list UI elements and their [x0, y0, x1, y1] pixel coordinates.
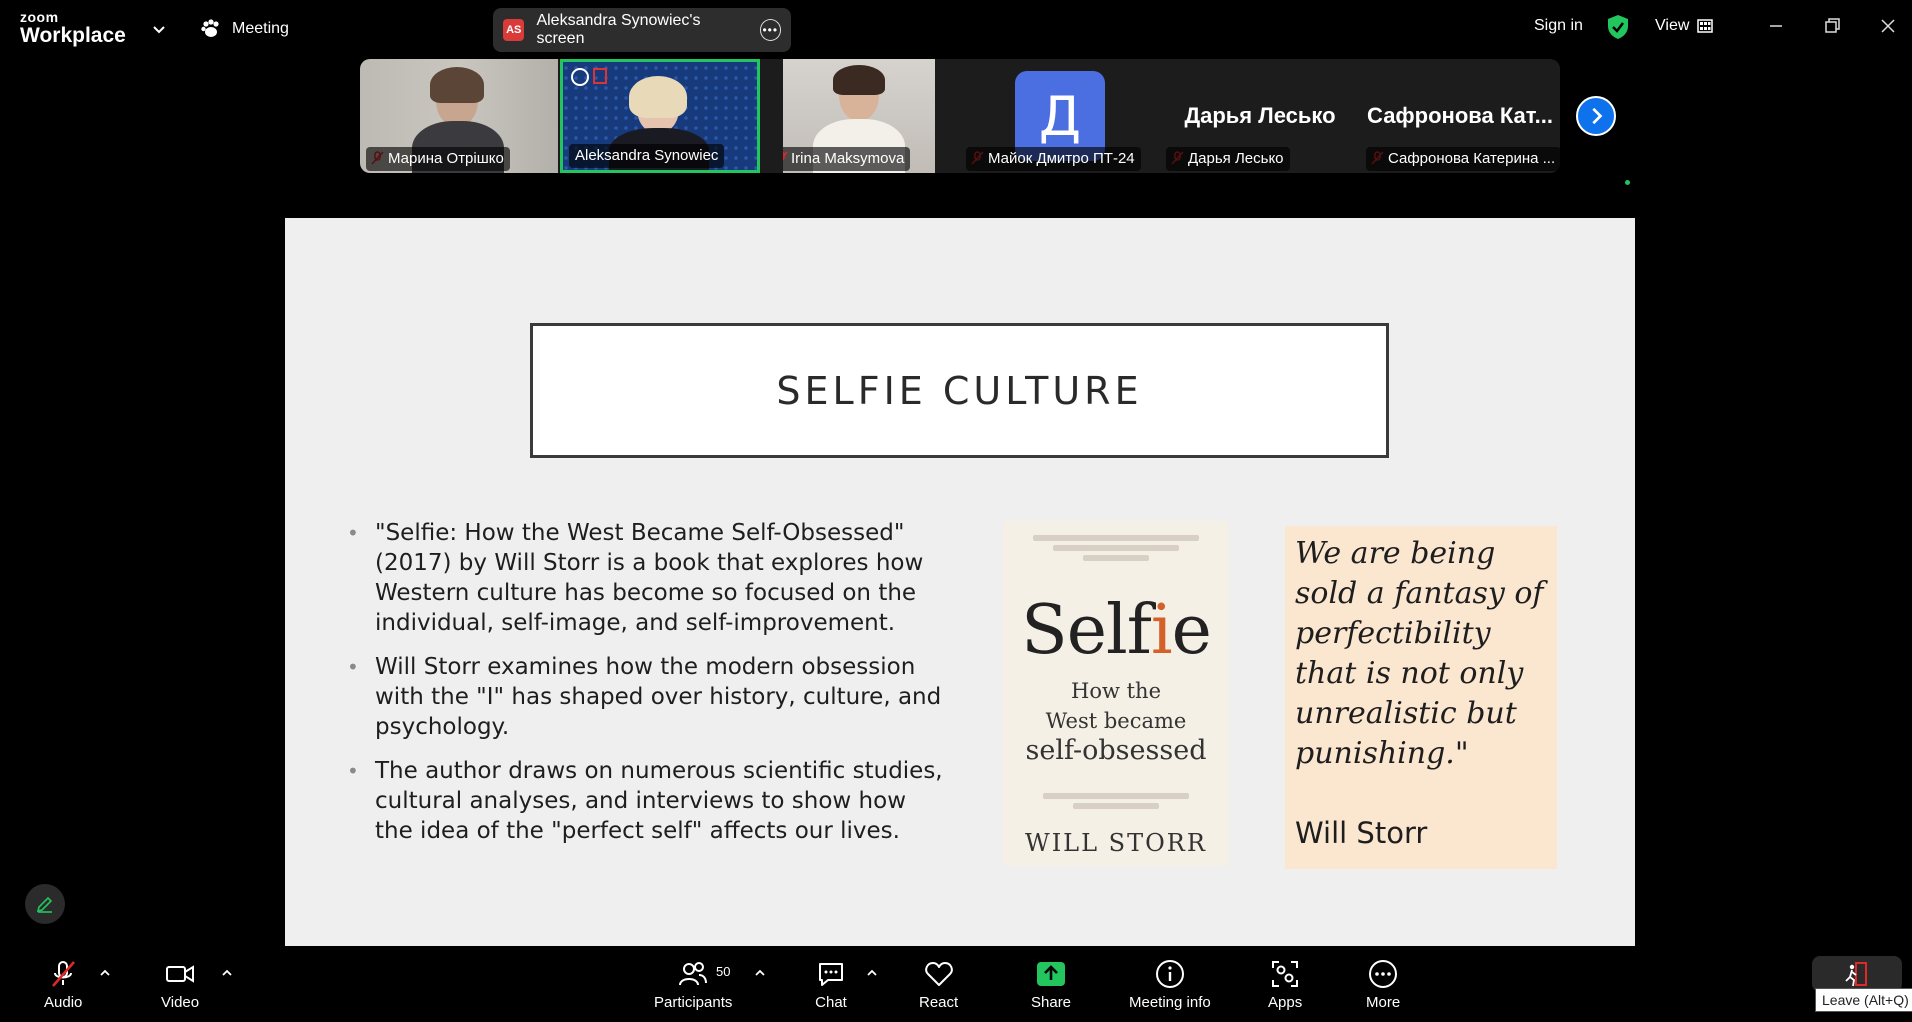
slide-bullet-list: "Selfie: How the West Became Self-Obsess… — [347, 518, 947, 860]
share-button[interactable]: Share — [1031, 958, 1071, 1011]
sharing-indicator-dot — [1625, 180, 1630, 185]
participant-tile[interactable]: Марина Отрішко — [360, 59, 558, 173]
participant-name: Aleksandra Synowiec — [569, 144, 725, 168]
video-button[interactable]: Video — [161, 958, 199, 1011]
chat-icon — [819, 963, 843, 986]
meeting-label: Meeting — [232, 20, 289, 37]
leave-tooltip: Leave (Alt+Q) — [1815, 988, 1912, 1012]
participants-icon — [679, 962, 708, 986]
share-label: Share — [1031, 994, 1072, 1011]
slide-bullet: Will Storr examines how the modern obses… — [347, 652, 947, 742]
book-author: WILL STORR — [1025, 829, 1207, 857]
participants-label: Participants — [654, 994, 733, 1011]
quote-text: We are being sold a fantasy of perfectib… — [1295, 536, 1544, 771]
top-bar: zoom Workplace Meeting AS Aleksandra Syn… — [0, 0, 1912, 58]
logo-small-text: zoom — [20, 9, 59, 25]
pencil-icon — [36, 896, 53, 913]
book-cover-image: Selfie How the West became self-obsessed… — [1003, 521, 1229, 866]
video-label: Video — [161, 994, 200, 1011]
video-camera-icon — [166, 965, 195, 983]
sign-in-link[interactable]: Sign in — [1534, 17, 1583, 35]
participant-tile[interactable]: Д Майок Дмитро ПТ-24 — [960, 59, 1160, 173]
share-screen-icon — [1037, 962, 1066, 986]
mic-off-icon — [783, 151, 788, 161]
meeting-info-label: Meeting info — [1129, 994, 1211, 1011]
participant-filmstrip: Марина Отрішко Aleksandra Synowiec Irina… — [360, 59, 1560, 173]
more-label: More — [1366, 994, 1401, 1011]
next-page-icon[interactable] — [1576, 96, 1616, 136]
sharer-avatar: AS — [503, 19, 525, 41]
slide-bullet: The author draws on numerous scientific … — [347, 756, 947, 846]
audio-label: Audio — [44, 994, 83, 1011]
view-button[interactable]: View — [1655, 17, 1714, 35]
meeting-toolbar: Audio Video Participants 50 Chat React S… — [0, 946, 1912, 1022]
participant-tile-active-speaker[interactable]: Aleksandra Synowiec — [560, 59, 760, 173]
chat-button[interactable]: Chat — [815, 958, 847, 1011]
react-button[interactable]: React — [919, 958, 958, 1011]
participants-count: 50 — [716, 964, 731, 979]
participant-tile[interactable]: Дарья Лесько Дарья Лесько — [1160, 59, 1360, 173]
meeting-info-button[interactable]: Meeting info — [1129, 958, 1211, 1011]
shared-slide: SELFIE CULTURE "Selfie: How the West Bec… — [285, 218, 1635, 946]
grid-view-icon — [1697, 19, 1714, 33]
close-icon[interactable] — [1876, 14, 1900, 38]
chevron-up-icon[interactable] — [98, 966, 112, 980]
chevron-up-icon[interactable] — [865, 966, 879, 980]
book-subtitle: How the West became self-obsessed — [1025, 679, 1207, 766]
apps-button[interactable]: Apps — [1268, 958, 1302, 1011]
logo-big-text: Workplace — [20, 24, 126, 47]
screen-share-indicator[interactable]: AS Aleksandra Synowiec's screen ••• — [493, 8, 791, 52]
participant-name: Майок Дмитро ПТ-24 — [966, 147, 1141, 171]
restore-icon[interactable] — [1820, 14, 1844, 38]
minimize-icon[interactable] — [1764, 14, 1788, 38]
heart-icon — [924, 962, 953, 986]
slide-title-box: SELFIE CULTURE — [530, 323, 1389, 458]
participant-name: Дарья Лесько — [1166, 147, 1290, 171]
slide-bullet: "Selfie: How the West Became Self-Obsess… — [347, 518, 947, 638]
leave-button[interactable] — [1812, 956, 1902, 992]
chevron-down-icon[interactable] — [150, 20, 168, 38]
book-title: Selfie — [1021, 591, 1212, 670]
paw-icon — [201, 19, 219, 37]
more-icon — [1369, 960, 1398, 988]
zoom-workplace-logo: zoom Workplace — [20, 10, 126, 46]
view-label: View — [1655, 17, 1690, 34]
participant-name: Сафронова Катерина ... — [1366, 147, 1560, 171]
participant-tile[interactable]: Сафронова Кат... Сафронова Катерина ... — [1360, 59, 1560, 173]
apps-label: Apps — [1268, 994, 1303, 1011]
participant-tile[interactable]: Irina Maksymova — [783, 59, 935, 173]
chevron-up-icon[interactable] — [753, 966, 767, 980]
quote-author: Will Storr — [1295, 816, 1428, 850]
meeting-menu-button[interactable]: Meeting — [200, 16, 289, 42]
react-label: React — [919, 994, 959, 1011]
quote-card: We are being sold a fantasy of perfectib… — [1285, 526, 1557, 869]
participant-name: Irina Maksymova — [783, 147, 911, 171]
shared-screen-top-bar — [285, 176, 1635, 218]
chevron-up-icon[interactable] — [220, 966, 234, 980]
audio-button[interactable]: Audio — [44, 958, 82, 1011]
more-button[interactable]: More — [1366, 958, 1400, 1011]
participant-name: Марина Отрішко — [366, 147, 510, 171]
apps-icon — [1272, 961, 1299, 987]
info-icon — [1155, 960, 1184, 988]
annotate-button[interactable] — [25, 884, 65, 924]
more-options-icon[interactable]: ••• — [759, 19, 782, 41]
chat-label: Chat — [815, 994, 847, 1011]
slide-title: SELFIE CULTURE — [776, 368, 1143, 413]
participant-display-name: Сафронова Кат... — [1367, 103, 1553, 128]
shield-check-icon[interactable] — [1606, 14, 1630, 40]
participant-display-name: Дарья Лесько — [1184, 103, 1336, 128]
mic-off-icon — [52, 961, 76, 987]
leave-door-icon — [1845, 962, 1867, 987]
screen-share-label: Aleksandra Synowiec's screen — [536, 12, 701, 47]
